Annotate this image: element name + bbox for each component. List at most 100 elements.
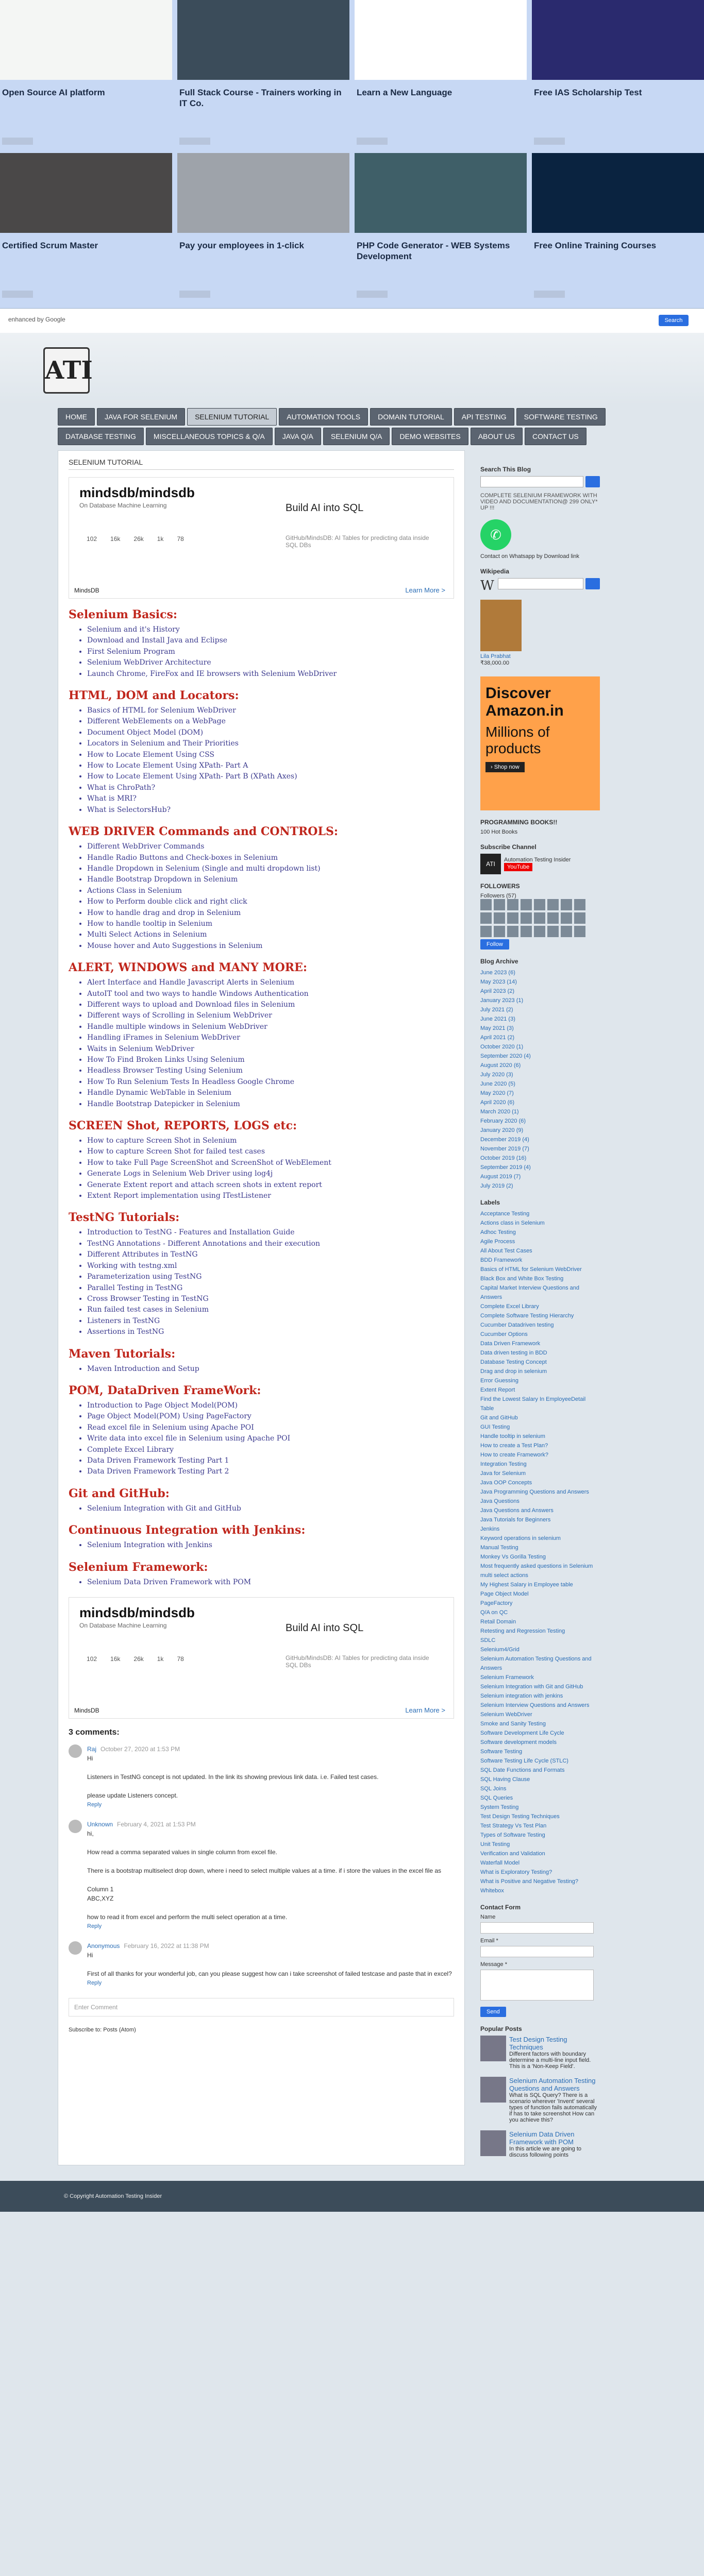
archive-link[interactable]: May 2020 (7) <box>480 1089 600 1098</box>
follower-avatar[interactable] <box>507 912 518 924</box>
label-link[interactable]: Java Questions and Answers <box>480 1506 600 1515</box>
mindsdb-ad-bottom[interactable]: mindsdb/mindsdb On Database Machine Lear… <box>69 1597 454 1719</box>
archive-link[interactable]: March 2020 (1) <box>480 1107 600 1116</box>
follower-avatar[interactable] <box>561 912 572 924</box>
reply-link[interactable]: Reply <box>87 1978 454 1988</box>
topic-link[interactable]: Different WebElements on a WebPage <box>87 716 454 727</box>
topic-link[interactable]: How To Find Broken Links Using Selenium <box>87 1055 454 1065</box>
topic-link[interactable]: Handling iFrames in Selenium WebDriver <box>87 1032 454 1043</box>
comment-time[interactable]: February 4, 2021 at 1:53 PM <box>117 1821 196 1828</box>
label-link[interactable]: BDD Framework <box>480 1256 600 1265</box>
nav-item[interactable]: CONTACT US <box>525 428 586 445</box>
topic-link[interactable]: How To Run Selenium Tests In Headless Go… <box>87 1077 454 1088</box>
archive-link[interactable]: August 2020 (6) <box>480 1061 600 1070</box>
archive-link[interactable]: October 2020 (1) <box>480 1042 600 1052</box>
label-link[interactable]: How to create a Test Plan? <box>480 1441 600 1450</box>
mindsdb-ad[interactable]: mindsdb/mindsdb On Database Machine Lear… <box>69 477 454 599</box>
label-link[interactable]: Verification and Validation <box>480 1849 600 1858</box>
label-link[interactable]: Waterfall Model <box>480 1858 600 1868</box>
label-link[interactable]: Retail Domain <box>480 1617 600 1626</box>
topic-link[interactable]: Parallel Testing in TestNG <box>87 1283 454 1294</box>
label-link[interactable]: SQL Date Functions and Formats <box>480 1766 600 1775</box>
post-title[interactable]: Test Design Testing Techniques <box>509 2036 600 2051</box>
archive-link[interactable]: January 2020 (9) <box>480 1126 600 1135</box>
label-link[interactable]: Software Development Life Cycle <box>480 1728 600 1738</box>
archive-link[interactable]: May 2021 (3) <box>480 1024 600 1033</box>
label-link[interactable]: multi select actions <box>480 1571 600 1580</box>
nav-item[interactable]: DEMO WEBSITES <box>392 428 468 445</box>
topic-link[interactable]: Complete Excel Library <box>87 1445 454 1455</box>
label-link[interactable]: Retesting and Regression Testing <box>480 1626 600 1636</box>
label-link[interactable]: Unit Testing <box>480 1840 600 1849</box>
follower-avatar[interactable] <box>547 912 559 924</box>
topic-link[interactable]: First Selenium Program <box>87 647 454 657</box>
follower-avatar[interactable] <box>574 899 585 910</box>
archive-link[interactable]: February 2020 (6) <box>480 1116 600 1126</box>
archive-link[interactable]: April 2020 (6) <box>480 1098 600 1107</box>
nav-item[interactable]: API TESTING <box>454 408 514 426</box>
topic-link[interactable]: What is ChroPath? <box>87 783 454 793</box>
ad-title[interactable]: Open Source AI platform <box>0 80 172 98</box>
topic-link[interactable]: What is MRI? <box>87 793 454 804</box>
topic-link[interactable]: How to capture Screen Shot in Selenium <box>87 1136 454 1146</box>
label-link[interactable]: Java OOP Concepts <box>480 1478 600 1487</box>
archive-link[interactable]: October 2019 (16) <box>480 1154 600 1163</box>
topic-link[interactable]: Extent Report implementation using ITest… <box>87 1191 454 1201</box>
follower-avatar[interactable] <box>507 926 518 937</box>
topic-link[interactable]: Generate Logs in Selenium Web Driver usi… <box>87 1168 454 1179</box>
label-link[interactable]: Integration Testing <box>480 1460 600 1469</box>
amazon-shop-button[interactable]: › Shop now <box>485 762 525 772</box>
label-link[interactable]: Selenium integration with jenkins <box>480 1691 600 1701</box>
archive-link[interactable]: November 2019 (7) <box>480 1144 600 1154</box>
post-thumbnail[interactable] <box>480 2077 506 2103</box>
topic-link[interactable]: Different Attributes in TestNG <box>87 1249 454 1260</box>
follower-avatar[interactable] <box>521 912 532 924</box>
archive-link[interactable]: July 2019 (2) <box>480 1181 600 1191</box>
label-link[interactable]: What is Exploratory Testing? <box>480 1868 600 1877</box>
label-link[interactable]: Selenium WebDriver <box>480 1710 600 1719</box>
label-link[interactable]: Selenium4/Grid <box>480 1645 600 1654</box>
label-link[interactable]: Selenium Interview Questions and Answers <box>480 1701 600 1710</box>
ad-image[interactable] <box>177 153 349 233</box>
nav-item[interactable]: JAVA FOR SELENIUM <box>97 408 186 426</box>
reply-link[interactable]: Reply <box>87 1800 454 1809</box>
label-link[interactable]: My Highest Salary in Employee table <box>480 1580 600 1589</box>
comment-time[interactable]: February 16, 2022 at 11:38 PM <box>124 1942 209 1950</box>
topic-link[interactable]: Different WebDriver Commands <box>87 841 454 852</box>
label-link[interactable]: SQL Joins <box>480 1784 600 1793</box>
topic-link[interactable]: Different ways to upload and Download fi… <box>87 999 454 1010</box>
archive-link[interactable]: June 2023 (6) <box>480 968 600 977</box>
topic-link[interactable]: Handle Dropdown in Selenium (Single and … <box>87 863 454 874</box>
label-link[interactable]: Error Guessing <box>480 1376 600 1385</box>
label-link[interactable]: Selenium Automation Testing Questions an… <box>480 1654 600 1673</box>
topic-link[interactable]: Data Driven Framework Testing Part 2 <box>87 1466 454 1477</box>
label-link[interactable]: How to create Framework? <box>480 1450 600 1460</box>
topic-link[interactable]: Actions Class in Selenium <box>87 886 454 896</box>
ad-title[interactable]: Free IAS Scholarship Test <box>532 80 704 98</box>
follower-avatar[interactable] <box>534 899 545 910</box>
ad-learn-more-link[interactable]: Learn More > <box>405 1706 445 1714</box>
topic-link[interactable]: Introduction to TestNG - Features and In… <box>87 1227 454 1238</box>
label-link[interactable]: Test Design Testing Techniques <box>480 1812 600 1821</box>
follower-avatar[interactable] <box>547 899 559 910</box>
follower-avatar[interactable] <box>494 926 505 937</box>
topic-link[interactable]: Multi Select Actions in Selenium <box>87 929 454 940</box>
label-link[interactable]: Basics of HTML for Selenium WebDriver <box>480 1265 600 1274</box>
label-link[interactable]: Adhoc Testing <box>480 1228 600 1237</box>
label-link[interactable]: Jenkins <box>480 1524 600 1534</box>
topic-link[interactable]: Handle Bootstrap Dropdown in Selenium <box>87 874 454 885</box>
nav-item[interactable]: DOMAIN TUTORIAL <box>370 408 452 426</box>
follower-avatar[interactable] <box>574 926 585 937</box>
topic-link[interactable]: How to Locate Element Using CSS <box>87 750 454 760</box>
archive-link[interactable]: January 2023 (1) <box>480 996 600 1005</box>
ad-card[interactable]: PHP Code Generator - WEB Systems Develop… <box>355 153 527 301</box>
topic-link[interactable]: Handle multiple windows in Selenium WebD… <box>87 1022 454 1032</box>
label-link[interactable]: Keyword operations in selenium <box>480 1534 600 1543</box>
comment-author[interactable]: Anonymous <box>87 1942 120 1950</box>
email-field[interactable] <box>480 1946 594 1957</box>
amazon-ad[interactable]: Discover Amazon.in Millions of products … <box>480 676 600 810</box>
ad-title[interactable]: PHP Code Generator - WEB Systems Develop… <box>355 233 527 262</box>
ad-image[interactable] <box>0 0 172 80</box>
topic-link[interactable]: Different ways of Scrolling in Selenium … <box>87 1010 454 1021</box>
topic-link[interactable]: How to Locate Element Using XPath- Part … <box>87 771 454 782</box>
